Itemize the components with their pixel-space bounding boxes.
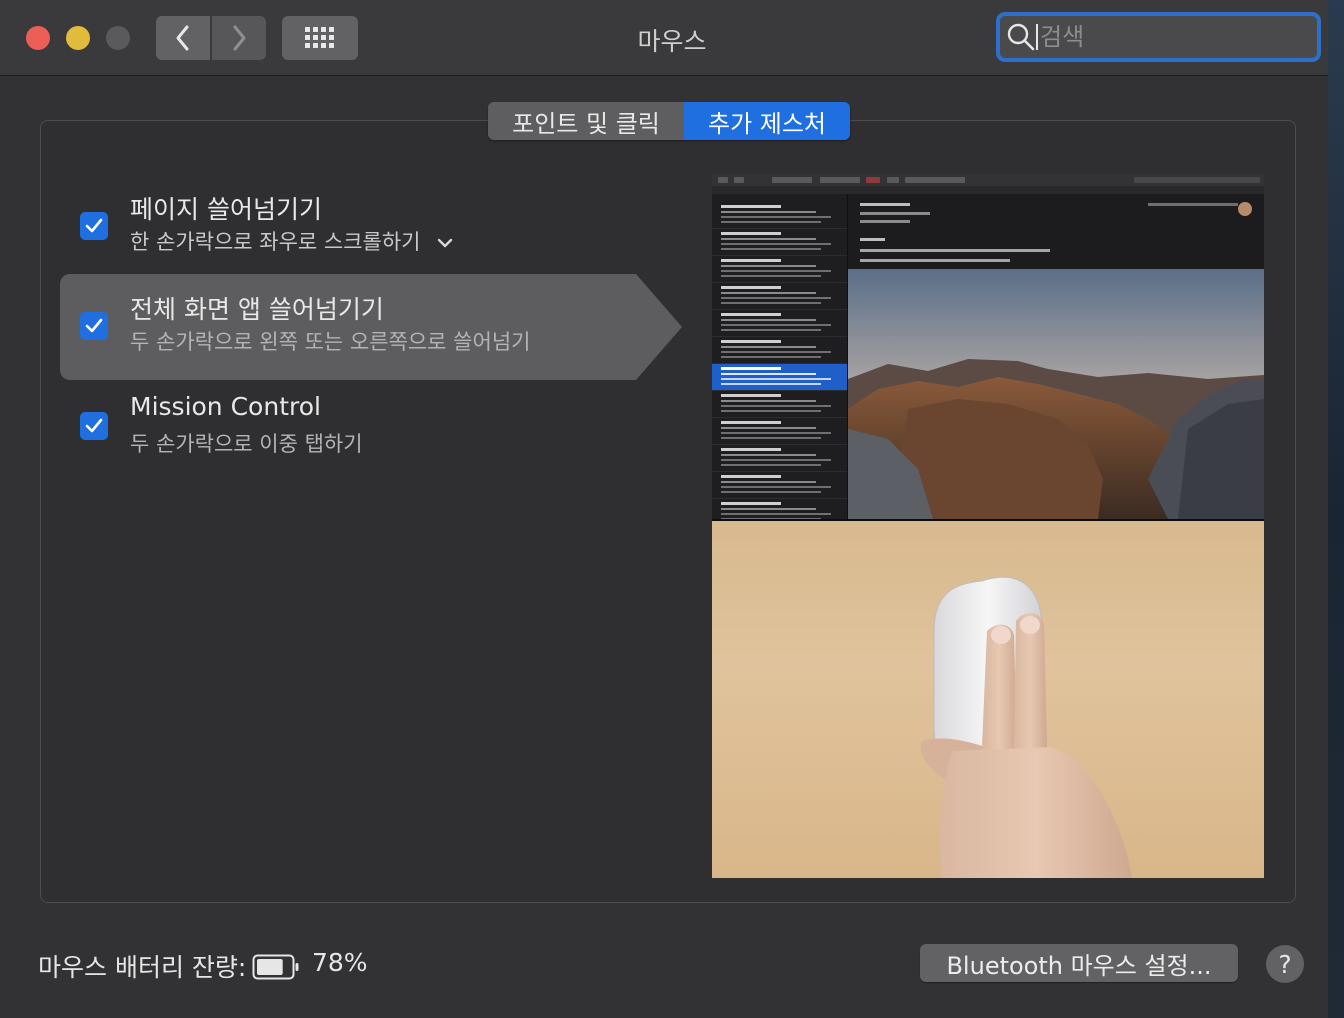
mission-control-subtitle: 두 손가락으로 이중 탭하기 xyxy=(130,432,363,456)
swipe-fullscreen-subtitle: 두 손가락으로 왼쪽 또는 오른쪽으로 쓸어넘기 xyxy=(130,330,531,354)
gesture-preview xyxy=(712,174,1264,878)
sender-avatar xyxy=(1238,202,1252,216)
search-field[interactable] xyxy=(996,12,1321,62)
preview-mail-toolbar xyxy=(712,174,1264,186)
battery-percent: 78% xyxy=(312,948,368,977)
option-swipe-fullscreen-apps[interactable]: 전체 화면 앱 쓸어넘기기 두 손가락으로 왼쪽 또는 오른쪽으로 쓸어넘기 xyxy=(60,274,682,380)
preview-landscape-photo xyxy=(848,269,1264,519)
battery-label: 마우스 배터리 잔량: xyxy=(38,953,247,982)
preview-mouse-on-desk xyxy=(712,521,1264,878)
tab-point-and-click[interactable]: 포인트 및 클릭 xyxy=(488,102,684,140)
chevron-down-icon xyxy=(438,238,453,248)
checkmark-icon xyxy=(85,418,103,433)
help-button[interactable]: ? xyxy=(1266,945,1304,983)
checkmark-icon xyxy=(85,218,103,233)
option-mission-control[interactable]: Mission Control 두 손가락으로 이중 탭하기 xyxy=(60,386,640,492)
preview-mail-window xyxy=(712,174,1264,526)
swipe-pages-gesture-select[interactable]: 한 손가락으로 좌우로 스크롤하기 xyxy=(130,226,453,256)
preview-mail-list xyxy=(712,194,848,526)
mission-control-checkbox[interactable] xyxy=(80,412,108,440)
desktop-edge xyxy=(1328,0,1344,1018)
swipe-fullscreen-checkbox[interactable] xyxy=(80,312,108,340)
swipe-fullscreen-title: 전체 화면 앱 쓸어넘기기 xyxy=(130,295,384,324)
mission-control-title: Mission Control xyxy=(130,392,321,421)
bluetooth-mouse-setup-button[interactable]: Bluetooth 마우스 설정... xyxy=(920,944,1238,982)
preview-mail-message xyxy=(848,194,1264,269)
battery-icon xyxy=(252,954,300,984)
search-icon xyxy=(1006,22,1036,52)
swipe-pages-checkbox[interactable] xyxy=(80,212,108,240)
segmented-tabs: 포인트 및 클릭 추가 제스처 xyxy=(488,102,850,140)
option-swipe-pages[interactable]: 페이지 쓸어넘기기 한 손가락으로 좌우로 스크롤하기 xyxy=(60,180,640,286)
checkmark-icon xyxy=(85,318,103,333)
preview-mail-tabs xyxy=(712,186,1264,194)
search-input[interactable] xyxy=(1038,23,1302,51)
tab-more-gestures[interactable]: 추가 제스처 xyxy=(684,102,850,140)
swipe-pages-subtitle: 한 손가락으로 좌우로 스크롤하기 xyxy=(130,230,421,254)
swipe-pages-title: 페이지 쓸어넘기기 xyxy=(130,195,322,224)
title-bar: 마우스 xyxy=(0,0,1344,76)
